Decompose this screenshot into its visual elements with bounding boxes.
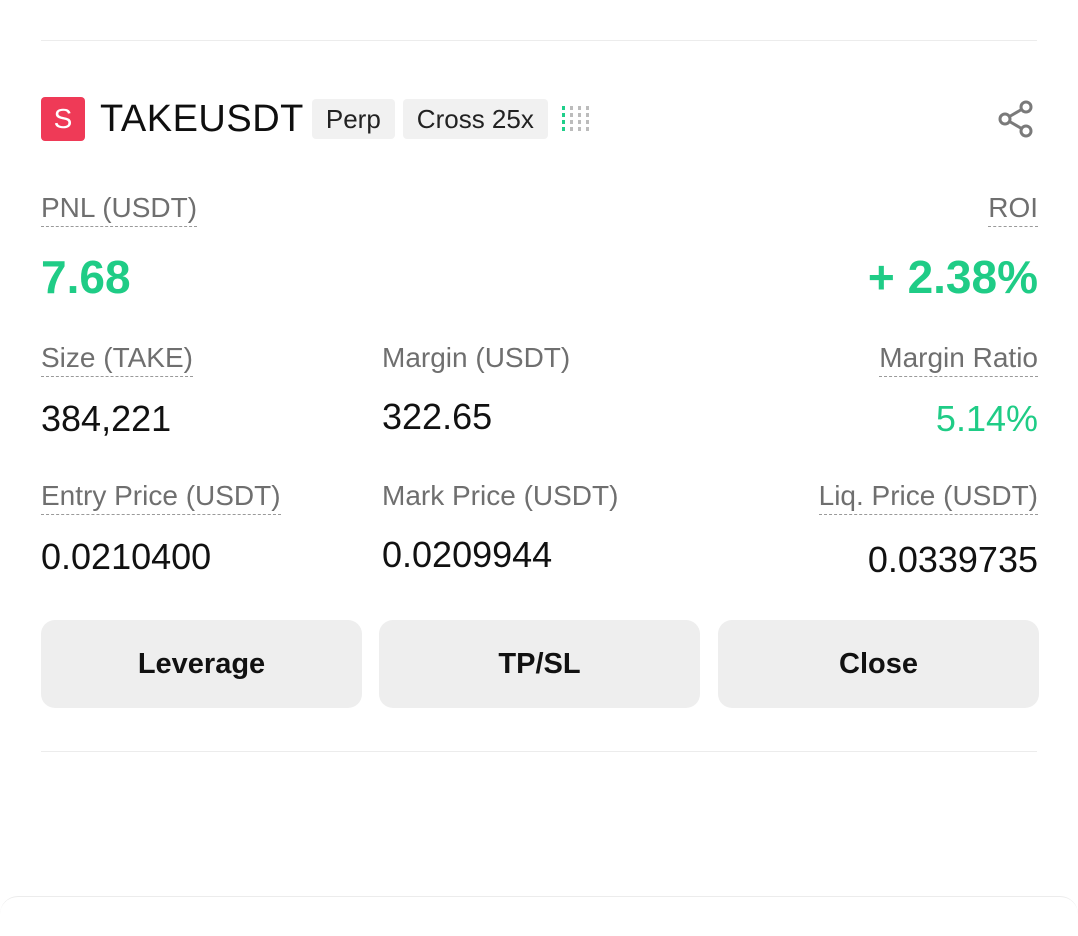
margin-ratio-label[interactable]: Margin Ratio [879,342,1038,377]
margin-value: 322.65 [382,396,493,437]
mark-price-value: 0.0209944 [382,534,553,575]
perp-tag: Perp [311,99,395,139]
roi-label[interactable]: ROI [988,192,1038,227]
roi-value: + 2.38% [867,251,1038,303]
mark-price-label: Mark Price (USDT) [382,480,619,511]
bottom-sheet-edge [0,896,1078,936]
risk-signal-icon [561,104,589,134]
entry-price-label[interactable]: Entry Price (USDT) [41,480,281,515]
liq-price-label[interactable]: Liq. Price (USDT) [818,480,1038,515]
signal-bar [569,106,573,134]
pnl-label[interactable]: PNL (USDT) [41,192,198,227]
size-label[interactable]: Size (TAKE) [41,342,193,377]
leverage-button[interactable]: Leverage [41,620,362,708]
margin-ratio-value: 5.14% [935,398,1038,439]
position-header: S TAKEUSDT Perp Cross 25x [41,96,1037,142]
signal-bar [585,106,589,134]
margin-mode-tag[interactable]: Cross 25x [402,99,548,139]
coin-badge: S [41,97,85,141]
top-divider [41,40,1037,41]
signal-bar [561,106,565,134]
bottom-divider [41,751,1037,752]
signal-bar [577,106,581,134]
share-icon[interactable] [997,99,1037,139]
entry-price-value: 0.0210400 [41,536,212,577]
pnl-value: 7.68 [41,251,131,303]
symbol-name[interactable]: TAKEUSDT [100,98,304,141]
liq-price-value: 0.0339735 [867,539,1038,580]
close-position-button[interactable]: Close [718,620,1039,708]
size-value: 384,221 [41,398,172,439]
margin-label: Margin (USDT) [382,342,571,373]
tpsl-button[interactable]: TP/SL [379,620,700,708]
